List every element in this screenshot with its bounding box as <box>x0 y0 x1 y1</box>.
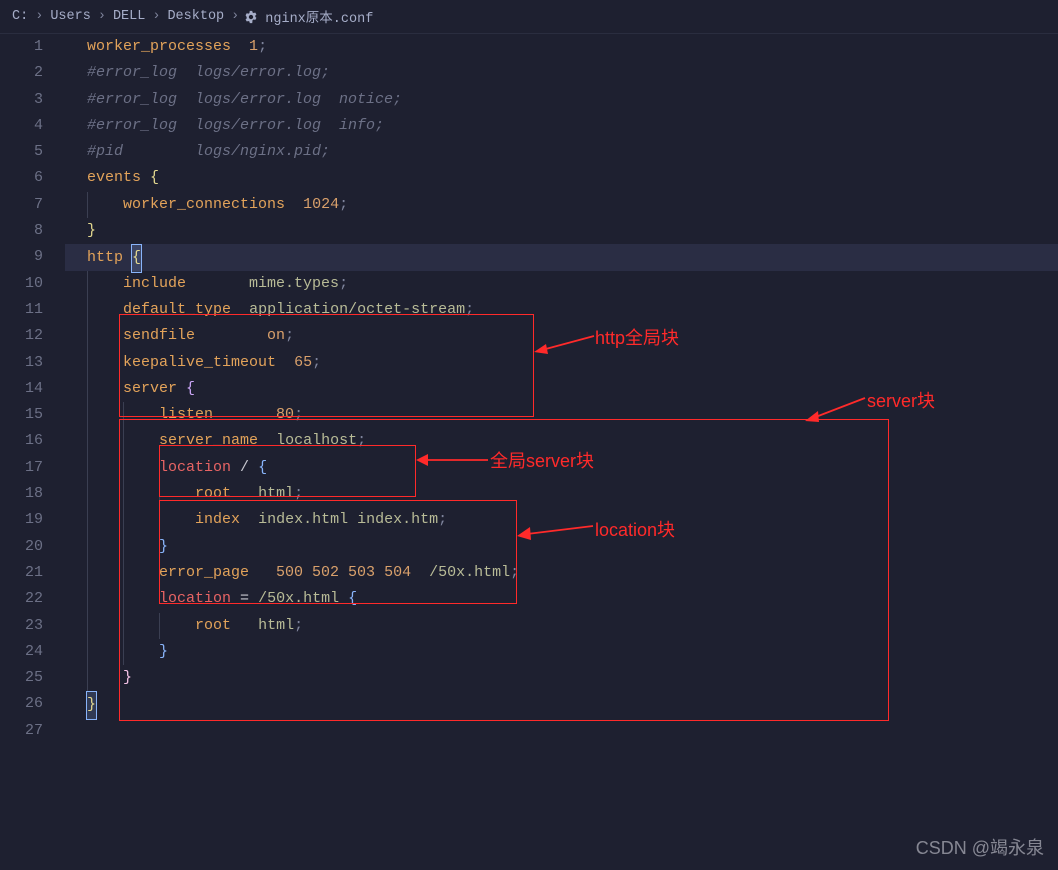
breadcrumb[interactable]: C: › Users › DELL › Desktop › nginx原本.co… <box>0 0 1058 34</box>
code-line[interactable] <box>65 718 1058 744</box>
code-line[interactable]: include mime.types; <box>65 271 1058 297</box>
code-line[interactable]: keepalive_timeout 65; <box>65 350 1058 376</box>
code-line[interactable]: error_page 500 502 503 504 /50x.html; <box>65 560 1058 586</box>
line-number: 16 <box>0 428 43 454</box>
line-number: 26 <box>0 691 43 717</box>
code-line[interactable]: } <box>65 691 1058 717</box>
line-number: 3 <box>0 87 43 113</box>
line-number: 22 <box>0 586 43 612</box>
code-line[interactable]: #pid logs/nginx.pid; <box>65 139 1058 165</box>
line-number: 6 <box>0 165 43 191</box>
line-number: 10 <box>0 271 43 297</box>
code-line[interactable]: } <box>65 534 1058 560</box>
breadcrumb-sep: › <box>226 9 244 24</box>
line-number: 20 <box>0 534 43 560</box>
code-line[interactable]: worker_connections 1024; <box>65 192 1058 218</box>
code-line[interactable]: #error_log logs/error.log notice; <box>65 87 1058 113</box>
code-line[interactable]: } <box>65 665 1058 691</box>
watermark: CSDN @竭永泉 <box>916 834 1044 860</box>
breadcrumb-seg[interactable]: DELL <box>111 9 147 24</box>
line-number: 25 <box>0 665 43 691</box>
line-number: 5 <box>0 139 43 165</box>
code-line[interactable]: events { <box>65 165 1058 191</box>
line-number: 8 <box>0 218 43 244</box>
code-editor[interactable]: 1234567891011121314151617181920212223242… <box>0 34 1058 744</box>
code-line[interactable]: listen 80; <box>65 402 1058 428</box>
code-line[interactable]: http { <box>65 244 1058 270</box>
breadcrumb-seg[interactable]: Users <box>48 9 93 24</box>
code-line[interactable]: server { <box>65 376 1058 402</box>
code-line[interactable]: #error_log logs/error.log info; <box>65 113 1058 139</box>
line-number: 1 <box>0 34 43 60</box>
code-line[interactable]: root html; <box>65 613 1058 639</box>
code-line[interactable]: server_name localhost; <box>65 428 1058 454</box>
line-number: 4 <box>0 113 43 139</box>
line-number-gutter: 1234567891011121314151617181920212223242… <box>0 34 65 744</box>
breadcrumb-seg[interactable]: Desktop <box>165 9 226 24</box>
breadcrumb-sep: › <box>147 9 165 24</box>
code-line[interactable]: sendfile on; <box>65 323 1058 349</box>
line-number: 7 <box>0 192 43 218</box>
line-number: 21 <box>0 560 43 586</box>
line-number: 27 <box>0 718 43 744</box>
code-line[interactable]: location = /50x.html { <box>65 586 1058 612</box>
line-number: 24 <box>0 639 43 665</box>
line-number: 12 <box>0 323 43 349</box>
line-number: 18 <box>0 481 43 507</box>
line-number: 19 <box>0 507 43 533</box>
code-line[interactable]: default_type application/octet-stream; <box>65 297 1058 323</box>
line-number: 17 <box>0 455 43 481</box>
breadcrumb-seg[interactable]: C: <box>10 9 30 24</box>
code-line[interactable]: index index.html index.htm; <box>65 507 1058 533</box>
line-number: 14 <box>0 376 43 402</box>
code-line[interactable]: } <box>65 218 1058 244</box>
code-line[interactable]: #error_log logs/error.log; <box>65 60 1058 86</box>
line-number: 11 <box>0 297 43 323</box>
line-number: 9 <box>0 244 43 270</box>
code-line[interactable]: } <box>65 639 1058 665</box>
line-number: 23 <box>0 613 43 639</box>
code-line[interactable]: location / { <box>65 455 1058 481</box>
breadcrumb-sep: › <box>93 9 111 24</box>
code-line[interactable]: root html; <box>65 481 1058 507</box>
code-line[interactable]: worker_processes 1; <box>65 34 1058 60</box>
breadcrumb-filename[interactable]: nginx原本.conf <box>263 6 375 27</box>
line-number: 15 <box>0 402 43 428</box>
gear-icon <box>244 10 258 24</box>
line-number: 13 <box>0 350 43 376</box>
breadcrumb-sep: › <box>30 9 48 24</box>
code-area[interactable]: worker_processes 1;#error_log logs/error… <box>65 34 1058 744</box>
line-number: 2 <box>0 60 43 86</box>
